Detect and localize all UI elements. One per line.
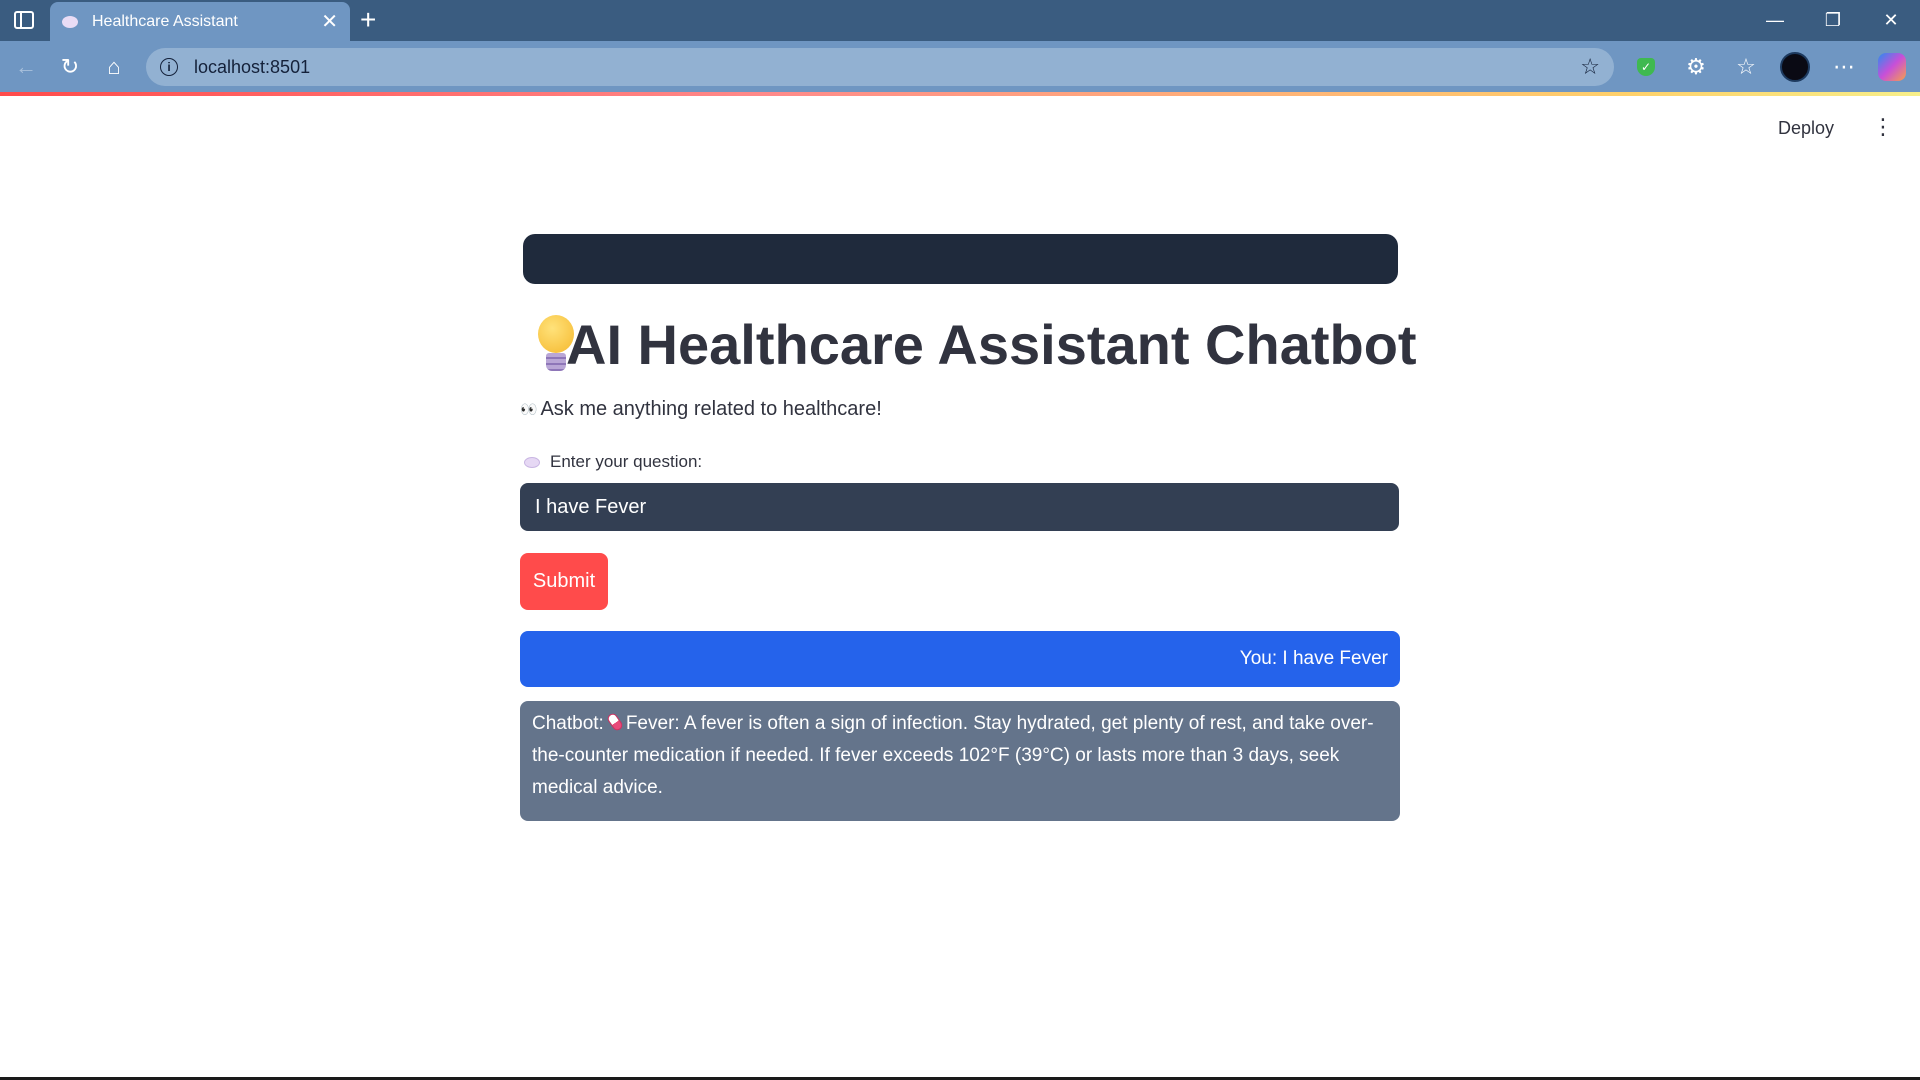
subtitle-text: Ask me anything related to healthcare! [540, 398, 882, 420]
bot-message: Chatbot: Fever: A fever is often a sign o… [520, 701, 1400, 821]
window-controls: — ❐ ✕ [1746, 0, 1920, 41]
question-label-text: Enter your question: [550, 452, 703, 471]
thermometer-icon [605, 711, 625, 733]
tab-title: Healthcare Assistant [92, 12, 238, 30]
minimize-icon[interactable]: — [1746, 0, 1804, 41]
user-message: You: I have Fever [520, 631, 1400, 687]
main-menu-icon[interactable]: ⋮ [1872, 116, 1894, 138]
speech-bubble-favicon-icon [62, 15, 78, 28]
browser-tab-bar: Healthcare Assistant ✕ + — ❐ ✕ [0, 0, 1920, 41]
toolbar-actions: ✓ ⚙ ☆ ⋯ [1630, 48, 1906, 86]
header-banner [523, 234, 1398, 284]
page-title-text: AI Healthcare Assistant Chatbot [566, 312, 1417, 376]
question-label: Enter your question: [522, 452, 702, 472]
copilot-icon[interactable] [1878, 53, 1906, 81]
browser-tab[interactable]: Healthcare Assistant ✕ [50, 2, 350, 41]
back-arrow-icon[interactable]: ← [8, 49, 44, 85]
extensions-puzzle-icon[interactable]: ⚙ [1680, 51, 1712, 83]
browser-toolbar: ← ↻ ⌂ i localhost:8501 ☆ ✓ ⚙ ☆ ⋯ [0, 41, 1920, 92]
new-tab-icon[interactable]: + [360, 6, 376, 34]
tab-actions-icon[interactable] [14, 11, 34, 29]
deploy-button[interactable]: Deploy [1778, 118, 1834, 139]
bot-message-text: Fever: A fever is often a sign of infect… [532, 713, 1374, 798]
extension-shield-icon[interactable]: ✓ [1630, 51, 1662, 83]
speech-bubble-icon [524, 456, 540, 468]
url-text: localhost:8501 [194, 56, 311, 77]
address-bar[interactable]: i localhost:8501 ☆ [146, 48, 1614, 86]
app-loading-stripe [0, 92, 1920, 96]
page-subtitle: 👀 Ask me anything related to healthcare! [520, 398, 882, 421]
home-icon[interactable]: ⌂ [96, 49, 132, 85]
profile-avatar[interactable] [1780, 52, 1810, 82]
page-title: AI Healthcare Assistant Chatbot [530, 308, 1417, 380]
tab-close-icon[interactable]: ✕ [321, 12, 338, 32]
window-close-icon[interactable]: ✕ [1862, 0, 1920, 41]
eyes-icon: 👀 [520, 401, 538, 417]
submit-button[interactable]: Submit [520, 553, 608, 610]
more-menu-icon[interactable]: ⋯ [1828, 51, 1860, 83]
reload-icon[interactable]: ↻ [52, 49, 88, 85]
favorite-star-icon[interactable]: ☆ [1580, 54, 1600, 80]
question-input[interactable] [520, 483, 1399, 531]
restore-icon[interactable]: ❐ [1804, 0, 1862, 41]
bot-prefix: Chatbot: [532, 713, 604, 734]
favorites-icon[interactable]: ☆ [1730, 51, 1762, 83]
info-icon[interactable]: i [160, 58, 178, 76]
